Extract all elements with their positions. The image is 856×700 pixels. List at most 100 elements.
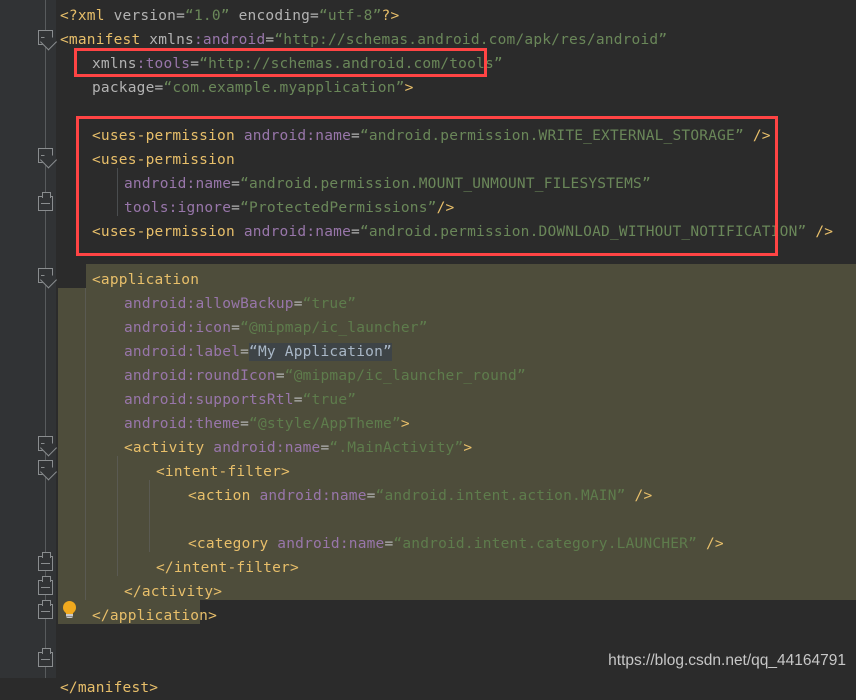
fold-toggle-manifest[interactable]: [38, 30, 53, 45]
code-line[interactable]: android:name=“android.permission.MOUNT_U…: [124, 172, 651, 196]
code-token: :android: [193, 32, 266, 48]
code-token: <application: [92, 272, 200, 288]
code-line[interactable]: <application: [92, 268, 199, 292]
fold-marker-manifest-end[interactable]: [38, 648, 53, 667]
code-token: “http://schemas.android.com/tools”: [199, 56, 503, 72]
code-token: =: [190, 56, 200, 72]
code-token: =: [366, 488, 376, 504]
code-token: :roundIcon: [186, 368, 276, 384]
code-token: “@style/AppTheme”: [249, 416, 401, 432]
code-line[interactable]: <intent-filter>: [156, 460, 290, 484]
code-line[interactable]: <uses-permission: [92, 148, 235, 172]
code-token: =: [231, 320, 241, 336]
code-token: <category: [188, 536, 269, 552]
code-line[interactable]: </activity>: [124, 580, 222, 604]
fold-marker-application-end[interactable]: [38, 600, 53, 619]
code-token: encoding=: [229, 8, 319, 24]
code-token: version=: [104, 8, 186, 24]
code-line[interactable]: <?xml version=“1.0” encoding=“utf-8”?>: [60, 4, 399, 28]
code-token: android: [204, 440, 276, 456]
code-token: tools: [124, 200, 169, 216]
fold-marker-intent-filter-end[interactable]: [38, 552, 53, 571]
code-token: “true”: [302, 296, 357, 312]
code-token: android: [124, 416, 187, 432]
code-token: :name: [275, 440, 321, 456]
code-line[interactable]: package=“com.example.myapplication”>: [92, 76, 414, 100]
fold-marker-activity-end[interactable]: [38, 576, 53, 595]
code-token: “android.intent.category.LAUNCHER”: [393, 536, 698, 552]
code-token: =: [275, 368, 285, 384]
code-token: :name: [186, 176, 232, 192]
code-line[interactable]: xmlns:tools=“http://schemas.android.com/…: [92, 52, 503, 76]
code-token: package=: [92, 80, 164, 96]
code-token: :icon: [186, 320, 232, 336]
code-line[interactable]: <action android:name=“android.intent.act…: [188, 484, 652, 508]
code-token: />: [743, 128, 771, 144]
code-token: android: [124, 392, 187, 408]
code-line[interactable]: <category android:name=“android.intent.c…: [188, 532, 724, 556]
code-token: </intent-filter>: [156, 560, 299, 576]
code-token: :tools: [136, 56, 191, 72]
code-line[interactable]: <uses-permission android:name=“android.p…: [92, 124, 771, 148]
code-token: :name: [321, 488, 367, 504]
code-token: “ProtectedPermissions”: [240, 200, 437, 216]
code-line[interactable]: android:roundIcon=“@mipmap/ic_launcher_r…: [124, 364, 526, 388]
watermark-text: https://blog.csdn.net/qq_44164791: [608, 652, 846, 669]
code-line[interactable]: <uses-permission android:name=“android.p…: [92, 220, 833, 244]
code-token: </application>: [92, 608, 218, 624]
code-token: />: [436, 200, 455, 216]
code-token: “android.permission.MOUNT_UNMOUNT_FILESY…: [240, 176, 651, 192]
code-token: “.MainActivity”: [329, 440, 464, 456]
code-token: </manifest>: [60, 680, 159, 696]
code-editor: <?xml version=“1.0” encoding=“utf-8”?> <m…: [0, 0, 856, 696]
code-token: android: [124, 296, 187, 312]
code-token: />: [625, 488, 653, 504]
code-token: <uses-permission: [92, 224, 235, 240]
code-token: “android.permission.DOWNLOAD_WITHOUT_NOT…: [359, 224, 807, 240]
code-token: />: [697, 536, 724, 552]
code-line[interactable]: </application>: [92, 604, 217, 628]
code-token: android: [234, 224, 307, 240]
code-token: “http://schemas.android.com/apk/res/andr…: [274, 32, 668, 48]
fold-toggle-uses-permission[interactable]: [38, 148, 53, 163]
code-token: :label: [186, 344, 241, 360]
fold-toggle-intent-filter[interactable]: [38, 460, 53, 475]
code-token: :ignore: [168, 200, 232, 216]
code-line[interactable]: android:allowBackup=“true”: [124, 292, 356, 316]
fold-toggle-activity[interactable]: [38, 436, 53, 451]
code-line[interactable]: android:supportsRtl=“true”: [124, 388, 356, 412]
code-token: <?xml: [60, 8, 105, 24]
indent-guide-1: [85, 288, 86, 600]
code-token: =: [240, 344, 250, 360]
code-token: <uses-permission: [92, 128, 235, 144]
code-token: “My Application”: [249, 343, 392, 361]
editor-gutter[interactable]: [0, 0, 56, 678]
intention-bulb-icon[interactable]: [62, 601, 78, 619]
code-token: =: [293, 296, 303, 312]
code-token: :name: [306, 128, 351, 144]
code-token: :theme: [186, 416, 241, 432]
code-token: android: [234, 128, 307, 144]
code-token: “android.intent.action.MAIN”: [375, 488, 626, 504]
code-token: xmlns: [92, 56, 137, 72]
code-token: =: [231, 200, 241, 216]
code-line[interactable]: android:theme=“@style/AppTheme”>: [124, 412, 410, 436]
code-token: android: [124, 368, 187, 384]
code-line[interactable]: </intent-filter>: [156, 556, 299, 580]
fold-toggle-application[interactable]: [38, 268, 53, 283]
code-line[interactable]: </manifest>: [60, 676, 158, 700]
code-surface[interactable]: <?xml version=“1.0” encoding=“utf-8”?> <m…: [56, 0, 856, 696]
code-token: <uses-permission: [92, 152, 235, 168]
code-line[interactable]: tools:ignore=“ProtectedPermissions”/>: [124, 196, 454, 220]
indent-guide-permissions: [117, 168, 118, 216]
code-line[interactable]: <activity android:name=“.MainActivity”>: [124, 436, 472, 460]
code-token: “android.permission.WRITE_EXTERNAL_STORA…: [359, 128, 744, 144]
fold-marker-uses-permission-end[interactable]: [38, 192, 53, 211]
code-token: <intent-filter>: [156, 464, 290, 480]
code-line[interactable]: <manifest xmlns:android=“http://schemas.…: [60, 28, 667, 52]
code-line[interactable]: android:icon=“@mipmap/ic_launcher”: [124, 316, 428, 340]
indent-guide-3: [149, 480, 150, 552]
code-line[interactable]: android:label=“My Application”: [124, 340, 392, 364]
code-token: <action: [188, 488, 251, 504]
code-token: android: [268, 536, 340, 552]
